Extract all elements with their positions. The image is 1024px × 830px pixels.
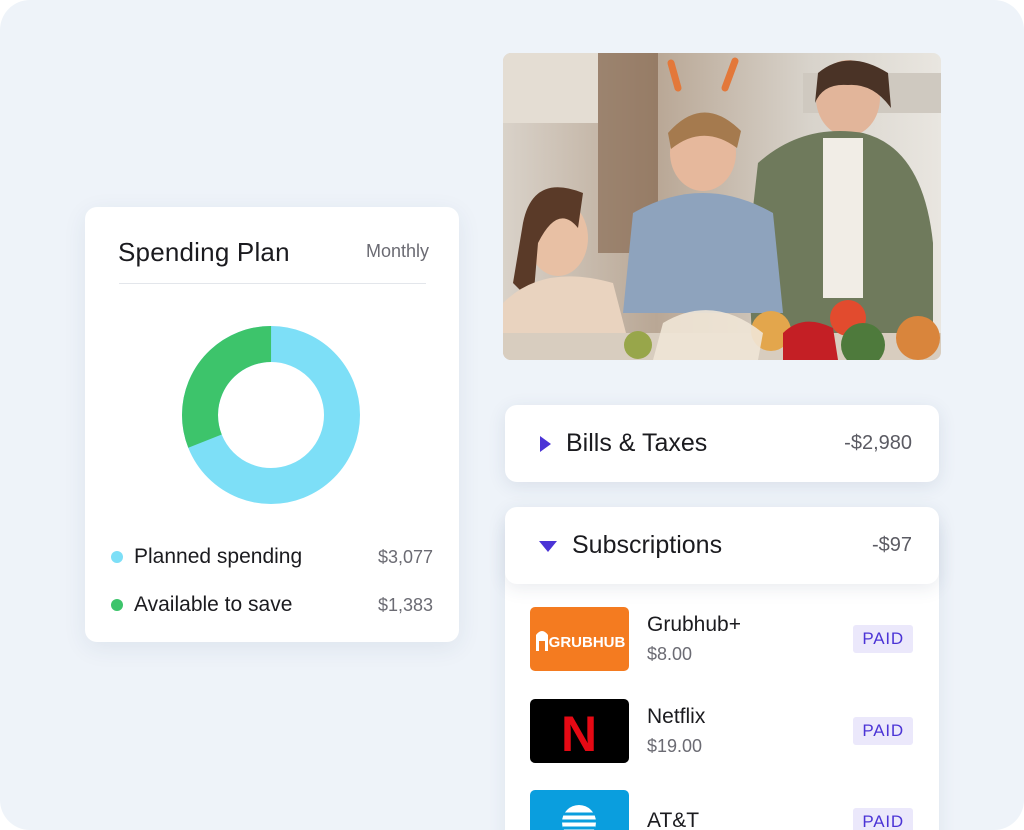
subscription-name: Grubhub+ xyxy=(647,612,741,636)
netflix-logo-text: N xyxy=(561,706,597,762)
subscription-item-netflix[interactable]: N Netflix $19.00 PAID xyxy=(530,699,913,763)
subscription-text: Grubhub+ $8.00 xyxy=(647,612,853,667)
grubhub-logo-text: GRUBHUB xyxy=(549,634,626,651)
legend-planned-spending: Planned spending $3,077 xyxy=(111,542,433,572)
photo-illustration xyxy=(503,53,941,360)
subscription-name: AT&T xyxy=(647,808,700,830)
legend-value: $1,383 xyxy=(377,594,433,615)
legend-value: $3,077 xyxy=(377,546,433,567)
subscription-item-grubhub[interactable]: GRUBHUB Grubhub+ $8.00 PAID xyxy=(530,607,913,671)
planned-dot xyxy=(111,551,123,563)
spending-donut-chart xyxy=(182,326,360,504)
category-subscriptions[interactable]: Subscriptions -$97 xyxy=(505,507,939,584)
legend-label: Available to save xyxy=(134,593,293,616)
category-amount: -$2,980 xyxy=(844,432,912,454)
subscription-name: Netflix xyxy=(647,704,706,728)
legend-label: Planned spending xyxy=(134,545,303,568)
legend-available-to-save: Available to save $1,383 xyxy=(111,590,433,620)
subscription-price: $8.00 xyxy=(647,643,693,664)
canvas: Spending Plan Monthly Planned spending $… xyxy=(0,0,1024,830)
att-logo xyxy=(530,790,629,830)
category-amount: -$97 xyxy=(871,534,912,556)
subscription-price: $19.00 xyxy=(647,735,703,756)
divider xyxy=(119,283,426,284)
paid-badge: PAID xyxy=(853,625,913,653)
spending-plan-title: Spending Plan xyxy=(118,237,290,267)
period-selector[interactable]: Monthly xyxy=(366,241,429,262)
available-dot xyxy=(111,599,123,611)
subscription-text: Netflix $19.00 xyxy=(647,704,853,759)
category-bills-taxes[interactable]: Bills & Taxes -$2,980 xyxy=(505,405,939,482)
family-kitchen-photo xyxy=(503,53,941,360)
subscription-text: AT&T xyxy=(647,808,853,830)
category-title: Subscriptions xyxy=(572,531,723,559)
caret-down-icon xyxy=(538,537,558,555)
paid-badge: PAID xyxy=(853,808,913,830)
spending-plan-card: Spending Plan Monthly Planned spending $… xyxy=(85,207,459,642)
caret-right-icon xyxy=(538,435,552,453)
category-title: Bills & Taxes xyxy=(566,429,708,457)
grubhub-logo: GRUBHUB xyxy=(530,607,629,671)
paid-badge: PAID xyxy=(853,717,913,745)
subscription-item-att[interactable]: AT&T PAID xyxy=(530,790,913,830)
netflix-logo: N xyxy=(530,699,629,763)
